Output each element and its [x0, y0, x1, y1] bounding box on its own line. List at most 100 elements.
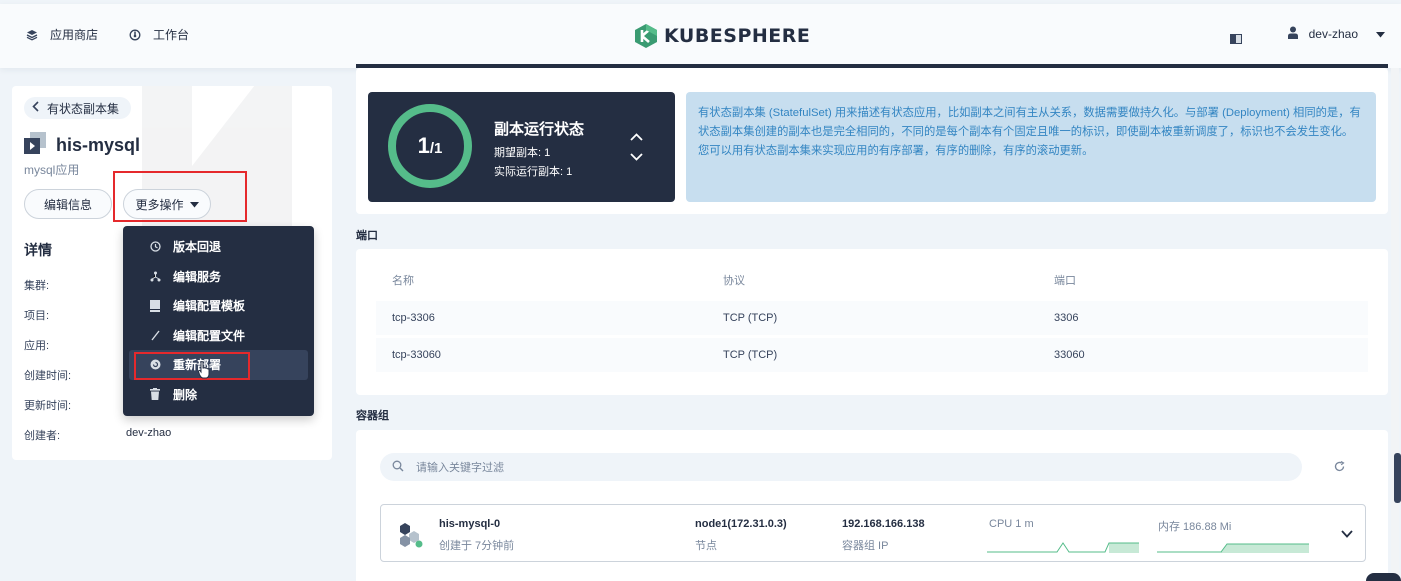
menu-item-delete-label: 删除 — [173, 387, 198, 402]
pod-icon — [397, 521, 425, 552]
menu-item-edit-service-label: 编辑服务 — [173, 269, 222, 284]
template-icon — [149, 299, 161, 312]
dashboard-icon — [127, 27, 143, 43]
back-to-statefulsets[interactable]: 有状态副本集 — [24, 97, 132, 119]
pod-created: 创建于 7分钟前 — [439, 540, 515, 552]
nav-app-store-label: 应用商店 — [50, 28, 99, 42]
edit-info-button[interactable]: 编辑信息 — [24, 189, 112, 219]
kubesphere-logo-icon — [635, 24, 657, 48]
username: dev-zhao — [1308, 27, 1358, 41]
chevron-up-icon[interactable] — [630, 130, 643, 144]
pod-ip: 192.168.166.138 — [842, 518, 925, 530]
trash-icon — [149, 388, 161, 401]
pods-card: 请输入关键字过滤 his-mysql-0 创建于 7分钟前 node1(172.… — [356, 430, 1388, 581]
user-menu[interactable]: dev-zhao — [1287, 26, 1385, 42]
resource-description: mysql应用 — [24, 163, 80, 177]
dock-icon[interactable] — [1230, 34, 1242, 44]
port-protocol: TCP (TCP) — [723, 349, 778, 361]
cpu-sparkline — [987, 542, 1139, 553]
detail-value-creator: dev-zhao — [126, 427, 172, 439]
pod-list-item[interactable]: his-mysql-0 创建于 7分钟前 node1(172.31.0.3) 节… — [380, 504, 1366, 562]
page-scrollbar[interactable] — [1391, 68, 1399, 581]
port-number: 3306 — [1054, 312, 1079, 324]
pod-node: node1(172.31.0.3) — [695, 518, 787, 530]
pods-section-title: 容器组 — [356, 410, 389, 422]
nav-app-store[interactable]: 应用商店 — [24, 26, 98, 43]
replica-status-card: 1 /1 副本运行状态 期望副本: 1 实际运行副本: 1 有状态副本集 (St… — [356, 68, 1388, 214]
memory-usage: 内存 186.88 Mi — [1158, 521, 1232, 533]
menu-item-rollback-label: 版本回退 — [173, 240, 222, 255]
layers-icon — [24, 27, 40, 43]
brand-name: KUBESPHERE — [664, 25, 811, 47]
menu-item-edit-config[interactable]: 编辑配置文件 — [129, 321, 308, 351]
menu-item-edit-service[interactable]: 编辑服务 — [129, 262, 308, 292]
port-number: 33060 — [1054, 349, 1085, 361]
replica-ring: 1 /1 — [388, 104, 472, 188]
top-navbar: 应用商店 工作台 KUBESPHERE dev-zhao — [0, 4, 1401, 68]
replica-desired: /1 — [429, 139, 443, 157]
detail-label-cluster: 集群: — [24, 280, 50, 292]
ports-header-port: 端口 — [1054, 275, 1076, 287]
kubesphere-logo[interactable]: KUBESPHERE — [634, 23, 810, 49]
table-row: tcp-3306 TCP (TCP) 3306 — [376, 301, 1368, 335]
replica-current: 1 — [417, 133, 430, 158]
search-placeholder: 请输入关键字过滤 — [416, 462, 504, 474]
detail-label-project: 项目: — [24, 310, 50, 322]
chevron-down-icon[interactable] — [1341, 527, 1353, 541]
refresh-icon[interactable] — [1334, 460, 1345, 475]
pod-name[interactable]: his-mysql-0 — [439, 518, 500, 530]
detail-label-updated: 更新时间: — [24, 400, 72, 412]
edit-info-label: 编辑信息 — [43, 197, 92, 212]
resource-name: his-mysql — [56, 135, 141, 155]
replica-stepper — [630, 130, 643, 164]
main-content: 1 /1 副本运行状态 期望副本: 1 实际运行副本: 1 有状态副本集 (St… — [356, 68, 1388, 581]
menu-item-rollback[interactable]: 版本回退 — [129, 232, 308, 262]
back-label: 有状态副本集 — [47, 101, 120, 116]
memory-sparkline — [1157, 543, 1309, 553]
table-row: tcp-33060 TCP (TCP) 33060 — [376, 338, 1368, 372]
highlight-more-actions — [113, 171, 247, 222]
ports-section-title: 端口 — [356, 230, 378, 242]
menu-item-delete[interactable]: 删除 — [129, 380, 308, 410]
toolbox-button[interactable] — [1366, 573, 1401, 581]
more-actions-menu: 版本回退 编辑服务 编辑配置模板 编辑配置文件 重新部署 删除 — [123, 226, 314, 416]
replica-status-title: 副本运行状态 — [494, 121, 585, 138]
menu-item-edit-config-label: 编辑配置文件 — [173, 328, 246, 343]
highlight-redeploy — [134, 352, 250, 380]
nav-workbench[interactable]: 工作台 — [127, 26, 189, 43]
actual-replicas: 实际运行副本: 1 — [494, 166, 573, 178]
history-icon — [149, 241, 161, 253]
ports-card: 名称 协议 端口 tcp-3306 TCP (TCP) 3306 tcp-330… — [356, 249, 1388, 395]
detail-label-app: 应用: — [24, 340, 50, 352]
statefulset-info: 有状态副本集 (StatefulSet) 用来描述有状态应用，比如副本之间有主从… — [686, 92, 1376, 202]
ports-header-protocol: 协议 — [723, 275, 745, 287]
cpu-usage: CPU 1 m — [989, 518, 1034, 530]
caret-down-icon — [1376, 27, 1385, 41]
search-icon — [392, 460, 404, 475]
detail-label-created: 创建时间: — [24, 370, 72, 382]
menu-item-edit-template-label: 编辑配置模板 — [173, 299, 246, 314]
replica-status-panel: 1 /1 副本运行状态 期望副本: 1 实际运行副本: 1 — [368, 92, 675, 202]
pod-search-input[interactable]: 请输入关键字过滤 — [380, 453, 1302, 481]
menu-item-edit-template[interactable]: 编辑配置模板 — [129, 291, 308, 321]
ports-table-header: 名称 协议 端口 — [376, 262, 1368, 298]
hand-cursor-icon — [198, 361, 210, 379]
ports-header-name: 名称 — [392, 275, 414, 287]
pod-ip-label: 容器组 IP — [842, 540, 889, 552]
port-name: tcp-3306 — [392, 312, 435, 324]
pod-node-label: 节点 — [695, 540, 717, 552]
statefulset-icon — [24, 132, 46, 159]
nav-workbench-label: 工作台 — [153, 28, 190, 42]
desired-replicas: 期望副本: 1 — [494, 147, 551, 159]
pen-icon — [149, 329, 161, 341]
chevron-down-icon[interactable] — [630, 150, 643, 164]
detail-label-creator: 创建者: — [24, 430, 61, 442]
chevron-left-icon — [32, 101, 39, 115]
network-icon — [149, 270, 161, 282]
scrollbar-thumb[interactable] — [1394, 453, 1401, 503]
ports-table: 名称 协议 端口 tcp-3306 TCP (TCP) 3306 tcp-330… — [376, 262, 1368, 372]
user-icon — [1287, 26, 1299, 42]
port-protocol: TCP (TCP) — [723, 312, 778, 324]
resource-title: his-mysql — [24, 132, 140, 159]
port-name: tcp-33060 — [392, 349, 441, 361]
